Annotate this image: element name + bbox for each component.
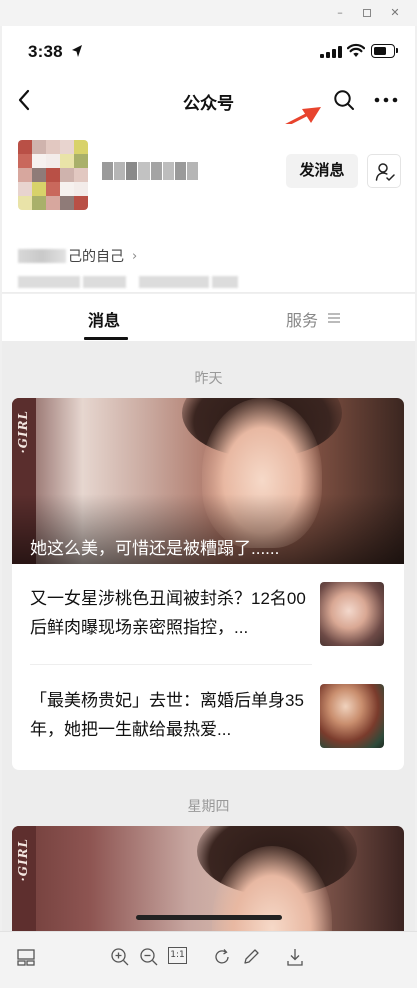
pixelated-account-name bbox=[102, 162, 198, 180]
edit-button[interactable] bbox=[241, 947, 261, 967]
cover-brand-tag: ·GIRL bbox=[16, 838, 30, 882]
send-message-button[interactable]: 发消息 bbox=[286, 154, 358, 188]
wifi-icon bbox=[347, 43, 365, 57]
active-tab-indicator bbox=[84, 337, 128, 340]
rotate-button[interactable] bbox=[212, 947, 232, 967]
article-card: ·GIRL 她这么美，可惜还是被糟蹋了...... 又一女星涉桃色丑闻被封杀？1… bbox=[12, 398, 404, 770]
article-thumbnail bbox=[320, 582, 384, 646]
account-intro-row[interactable]: 己的自己 › bbox=[18, 246, 137, 266]
home-indicator[interactable] bbox=[136, 915, 282, 920]
article-list-item[interactable]: 「最美杨贵妃」去世：离婚后单身35年，她把一生献给最热爱... bbox=[12, 666, 404, 766]
status-time: 3:38 bbox=[28, 42, 63, 61]
account-profile-header: 发消息 己的自己 › bbox=[2, 124, 415, 292]
account-intro-text: 己的自己 bbox=[68, 248, 124, 264]
pencil-icon bbox=[244, 949, 259, 964]
content-tabs: 消息 服务 bbox=[2, 293, 415, 341]
zoom-out-icon bbox=[140, 948, 158, 966]
zoom-in-button[interactable] bbox=[110, 947, 130, 967]
window-title-bar: – ✕ bbox=[0, 0, 417, 26]
maximize-button[interactable] bbox=[360, 6, 374, 20]
minimize-button[interactable]: – bbox=[333, 6, 347, 20]
download-icon bbox=[287, 949, 303, 966]
cover-article-title: 她这么美，可惜还是被糟蹋了...... bbox=[30, 539, 280, 558]
account-info-button[interactable] bbox=[367, 154, 401, 188]
article-thumbnail bbox=[320, 684, 384, 748]
panel-layout-icon bbox=[17, 949, 35, 966]
close-button[interactable]: ✕ bbox=[388, 6, 402, 20]
blurred-intro-prefix bbox=[18, 249, 66, 263]
actual-size-button[interactable]: 1:1 bbox=[168, 947, 188, 967]
location-arrow-icon bbox=[72, 45, 82, 57]
rotate-icon bbox=[215, 949, 229, 964]
article-title: 又一女星涉桃色丑闻被封杀？12名00后鲜肉曝现场亲密照指控，... bbox=[30, 589, 306, 637]
account-avatar[interactable] bbox=[18, 140, 88, 210]
cellular-signal-icon bbox=[320, 46, 342, 58]
search-icon[interactable] bbox=[333, 89, 355, 111]
actual-size-label: 1:1 bbox=[168, 947, 187, 964]
cover-brand-tag: ·GIRL bbox=[16, 410, 30, 454]
more-options-icon[interactable] bbox=[374, 96, 398, 104]
maximize-icon bbox=[363, 9, 371, 17]
tab-services[interactable]: 服务 bbox=[286, 307, 318, 331]
zoom-in-icon bbox=[111, 948, 129, 966]
tab-messages[interactable]: 消息 bbox=[88, 307, 120, 331]
list-divider bbox=[30, 664, 312, 665]
article-list-item[interactable]: 又一女星涉桃色丑闻被封杀？12名00后鲜肉曝现场亲密照指控，... bbox=[12, 564, 404, 664]
status-bar: 3:38 bbox=[2, 26, 415, 78]
zoom-out-button[interactable] bbox=[139, 947, 159, 967]
article-title: 「最美杨贵妃」去世：离婚后单身35年，她把一生献给最热爱... bbox=[30, 691, 304, 739]
feed-date-label: 星期四 bbox=[187, 798, 230, 814]
download-button[interactable] bbox=[285, 947, 305, 967]
chevron-right-icon: › bbox=[132, 248, 138, 264]
user-check-icon bbox=[375, 163, 395, 181]
blurred-account-stats bbox=[18, 276, 238, 290]
article-cover[interactable]: ·GIRL 她这么美，可惜还是被糟蹋了...... bbox=[12, 398, 404, 564]
feed-date-label: 昨天 bbox=[194, 370, 223, 386]
battery-icon bbox=[371, 44, 398, 58]
phone-screen: 3:38 公众号 发消息 己的自己 › 消息 服务 昨天 ·GIRL 她这么美，… bbox=[2, 26, 415, 931]
viewer-toolbar: 1:1 bbox=[0, 931, 417, 988]
nav-bar: 公众号 bbox=[2, 78, 415, 124]
menu-lines-icon bbox=[328, 313, 340, 323]
pixelated-avatar-image bbox=[18, 140, 88, 210]
thumbnail-toggle-button[interactable] bbox=[16, 947, 36, 967]
